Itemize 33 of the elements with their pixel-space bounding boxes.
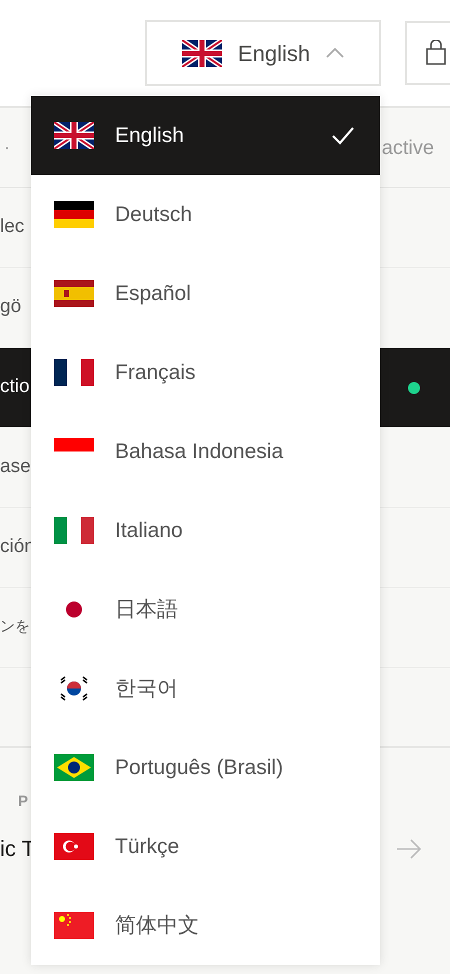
flag-icon [54,517,94,544]
row-title: ase [0,455,31,480]
flag-icon [54,833,94,860]
language-option[interactable]: Português (Brasil) [31,728,380,807]
featured-label: P [17,792,28,812]
flag-icon [54,201,94,228]
flag-icon [54,912,94,939]
chevron-up-icon [326,48,344,58]
language-option[interactable]: Deutsch [31,175,380,254]
row-title: gö [0,295,22,320]
row-title: ンを [0,617,30,638]
language-option[interactable]: Italiano [31,491,380,570]
cart-button[interactable] [405,21,450,85]
language-option[interactable]: Français [31,333,380,412]
flag-icon [54,359,94,386]
language-option[interactable]: English [31,96,380,175]
column-header: · [3,136,10,159]
language-option[interactable]: Español [31,254,380,333]
row-title: lec [0,215,24,240]
language-option[interactable]: Türkçe [31,807,380,886]
row-title: ctio [0,375,30,400]
checkmark-icon [332,126,354,144]
flag-icon [54,122,94,149]
flag-icon [54,438,94,452]
language-option[interactable]: Bahasa Indonesia [31,412,380,491]
language-selector[interactable]: English [145,20,381,86]
language-option[interactable]: 简体中文 [31,886,380,965]
flag-icon [182,40,222,66]
language-option[interactable]: 日本語 [31,570,380,649]
column-header: active [382,136,435,160]
flag-icon [54,280,94,307]
language-option[interactable]: 한국어 [31,649,380,728]
flag-icon [54,754,94,781]
